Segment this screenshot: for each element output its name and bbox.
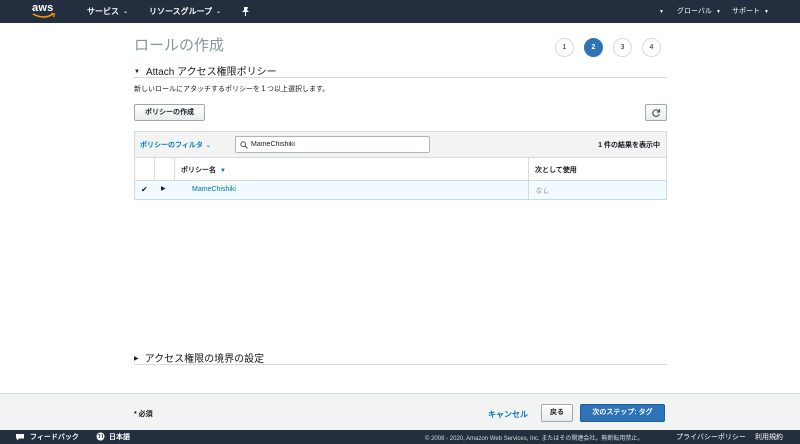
- header-used-as[interactable]: 次として使用: [529, 158, 666, 180]
- header-expand-col: [155, 158, 175, 180]
- region-menu[interactable]: グローバル ▼: [677, 0, 721, 23]
- support-menu[interactable]: サポート ▼: [732, 0, 769, 23]
- policy-search-input[interactable]: [251, 137, 426, 152]
- account-menu[interactable]: ▼: [655, 0, 664, 23]
- next-step-tags-button[interactable]: 次のステップ: タグ: [580, 404, 665, 422]
- step-4: 4: [642, 38, 661, 57]
- pin-icon[interactable]: [241, 6, 250, 16]
- step-1[interactable]: 1: [555, 38, 574, 57]
- copyright-text: © 2008 - 2020, Amazon Web Services, Inc.…: [425, 436, 644, 442]
- language-selector[interactable]: 日本語: [109, 432, 130, 442]
- chevron-down-icon: ⌄: [205, 143, 211, 149]
- chevron-down-icon: ⌄: [123, 9, 129, 15]
- console-bottom-bar: フィードバック 日本語 © 2008 - 2020, Amazon Web Se…: [0, 430, 800, 444]
- policy-search-box[interactable]: [235, 136, 430, 153]
- services-menu[interactable]: サービス ⌄: [87, 0, 128, 23]
- create-policy-button[interactable]: ポリシーの作成: [134, 104, 205, 121]
- aws-logo[interactable]: aws: [30, 2, 58, 21]
- result-count: 1 件の結果を表示中: [598, 142, 660, 149]
- search-icon: [240, 141, 248, 149]
- used-as-value: なし: [535, 188, 549, 195]
- column-separator: [528, 181, 529, 199]
- top-navigation-bar: aws サービス ⌄ リソースグループ ⌄ ▼ グローバル ▼ サポート ▼: [0, 0, 800, 23]
- support-menu-label: サポート: [732, 8, 760, 15]
- services-menu-label: サービス: [87, 7, 119, 16]
- aws-smile-icon: [32, 13, 56, 18]
- refresh-icon: [652, 108, 661, 117]
- permissions-boundary-section-toggle[interactable]: ▶ アクセス権限の境界の設定: [134, 350, 264, 365]
- globe-icon: [96, 432, 105, 441]
- chevron-down-icon: ▼: [715, 9, 721, 15]
- checkmark-icon[interactable]: ✔: [141, 185, 148, 194]
- policy-table-header: ポリシー名 ▼ 次として使用: [134, 158, 667, 181]
- header-used-as-label: 次として使用: [535, 167, 577, 174]
- sort-desc-icon: ▼: [220, 168, 226, 174]
- page-title: ロールの作成: [134, 37, 225, 54]
- resource-groups-menu-label: リソースグループ: [149, 7, 213, 16]
- cancel-button[interactable]: キャンセル: [488, 409, 528, 420]
- header-policy-name-label: ポリシー名: [181, 167, 216, 174]
- chevron-down-icon: ▼: [659, 9, 664, 15]
- expand-row-icon[interactable]: ▶: [161, 185, 166, 192]
- required-note: * 必須: [134, 411, 153, 418]
- attach-description: 新しいロールにアタッチするポリシーを１つ以上選択します。: [134, 86, 330, 93]
- step-3: 3: [613, 38, 632, 57]
- policy-filter-dropdown[interactable]: ポリシーのフィルタ ⌄: [140, 140, 211, 150]
- step-2-active: 2: [584, 38, 603, 57]
- region-menu-label: グローバル: [677, 8, 712, 15]
- header-policy-name[interactable]: ポリシー名 ▼: [175, 158, 529, 180]
- policy-name-link[interactable]: MameChishiki: [192, 186, 236, 193]
- resource-groups-menu[interactable]: リソースグループ ⌄: [149, 0, 221, 23]
- feedback-icon: [16, 434, 24, 441]
- caret-down-icon: ▼: [134, 69, 140, 75]
- header-select-col: [135, 158, 155, 180]
- policy-filter-label: ポリシーのフィルタ: [140, 142, 203, 149]
- refresh-button[interactable]: [645, 104, 667, 121]
- wizard-footer: * 必須 キャンセル 戻る 次のステップ: タグ: [0, 393, 800, 430]
- attach-policies-section-toggle[interactable]: ▼ Attach アクセス権限ポリシー: [134, 63, 277, 78]
- section-divider: [134, 364, 667, 365]
- back-button[interactable]: 戻る: [541, 404, 573, 422]
- chevron-down-icon: ⌄: [216, 9, 222, 15]
- section-divider: [134, 77, 667, 78]
- chevron-down-icon: ▼: [764, 9, 769, 15]
- caret-right-icon: ▶: [134, 356, 139, 362]
- table-row[interactable]: ✔ ▶ MameChishiki なし: [134, 181, 667, 200]
- feedback-link[interactable]: フィードバック: [30, 432, 79, 442]
- privacy-policy-link[interactable]: プライバシーポリシー: [676, 432, 746, 442]
- terms-link[interactable]: 利用規約: [755, 432, 783, 442]
- policy-filter-bar: ポリシーのフィルタ⌄ 1 件の結果を表示中: [134, 131, 667, 158]
